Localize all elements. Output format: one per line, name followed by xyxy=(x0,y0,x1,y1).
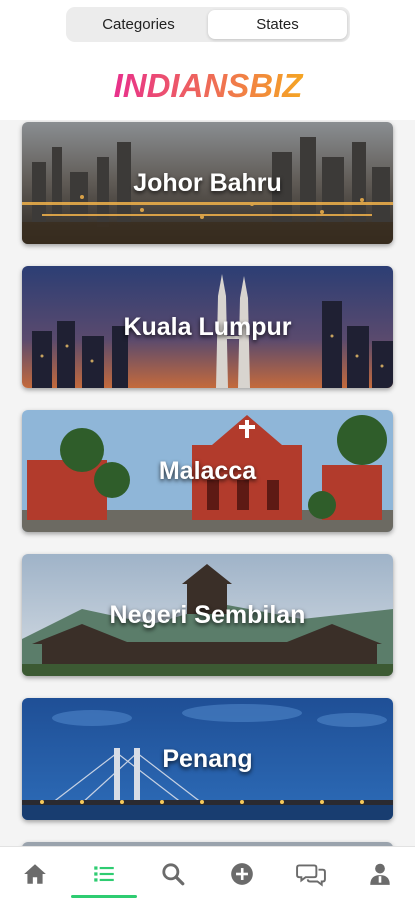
tab-search[interactable] xyxy=(138,847,207,900)
active-tab-indicator xyxy=(70,895,137,898)
state-card-negeri-sembilan[interactable]: Negeri Sembilan xyxy=(22,554,393,676)
states-list[interactable]: Johor Bahru Kuala Lumpur Malacca Negeri … xyxy=(0,120,415,846)
tab-home[interactable] xyxy=(0,847,69,900)
tab-chat[interactable] xyxy=(277,847,346,900)
add-circle-icon xyxy=(231,862,253,885)
tab-profile[interactable] xyxy=(346,847,415,900)
state-card-johor-bahru[interactable]: Johor Bahru xyxy=(22,122,393,244)
chat-icon xyxy=(296,863,327,887)
state-name: Negeri Sembilan xyxy=(109,600,306,629)
categories-segment[interactable]: Categories xyxy=(69,10,208,39)
state-card-penang[interactable]: Penang xyxy=(22,698,393,820)
tab-add[interactable] xyxy=(208,847,277,900)
logo-text: INDIANSBIZ xyxy=(113,67,304,104)
list-icon xyxy=(94,865,114,882)
tab-list[interactable] xyxy=(69,847,138,900)
states-segment[interactable]: States xyxy=(208,10,347,39)
search-icon xyxy=(162,862,185,885)
home-icon xyxy=(23,863,46,884)
state-name: Kuala Lumpur xyxy=(123,312,292,341)
state-card-kuala-lumpur[interactable]: Kuala Lumpur xyxy=(22,266,393,388)
brand-logo: INDIANSBIZ xyxy=(0,66,415,106)
view-switcher: Categories States xyxy=(66,7,350,42)
bottom-tab-bar xyxy=(0,846,415,900)
state-name: Johor Bahru xyxy=(133,168,282,197)
profile-icon xyxy=(370,863,391,885)
app-header: Categories States INDIANSBIZ xyxy=(0,0,415,120)
state-name: Malacca xyxy=(158,456,257,485)
state-name: Penang xyxy=(162,744,253,773)
state-card-malacca[interactable]: Malacca xyxy=(22,410,393,532)
